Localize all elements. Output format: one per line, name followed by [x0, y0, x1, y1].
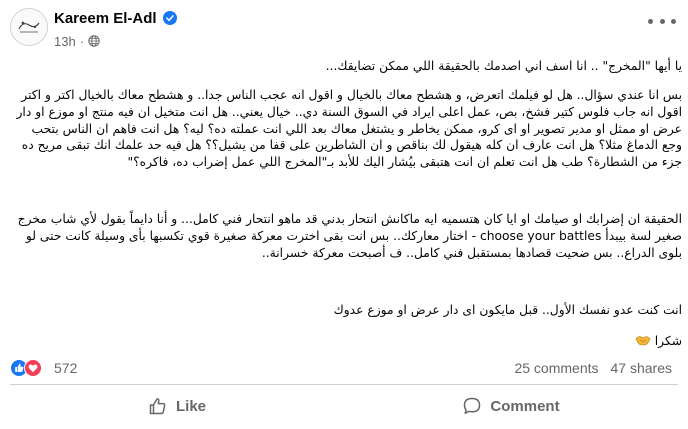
avatar[interactable] [10, 8, 48, 46]
more-options-icon[interactable] [648, 11, 676, 31]
shares-count[interactable]: 47 shares [611, 360, 672, 376]
divider [10, 384, 678, 385]
post-paragraph: انت كنت عدو نفسك الأول.. قبل مايكون اى د… [333, 303, 682, 317]
author-name[interactable]: Kareem El-Adl [54, 10, 157, 27]
meta-separator: · [79, 33, 85, 49]
reactions-row: 572 25 comments 47 shares [10, 357, 678, 379]
post-paragraph-thanks: شكرا [14, 333, 682, 350]
comment-bubble-icon [464, 397, 481, 414]
action-bar: Like Comment [10, 389, 678, 423]
post-paragraph: بس انا عندي سؤال.. هل لو فيلمك اتعرض، و … [16, 88, 682, 170]
comment-button-label: Comment [490, 397, 560, 415]
facebook-post: Kareem El-Adl 13h · يا أيها "المخرج" .. … [0, 0, 688, 429]
verified-badge-icon [162, 11, 177, 25]
thumbs-up-icon [149, 398, 166, 415]
thanks-text: شكرا [654, 334, 682, 348]
post-stats: 25 comments 47 shares [514, 360, 672, 376]
avatar-logo-icon [11, 9, 47, 45]
post-paragraph: الحقيقة ان إضرابك او صيامك او ايا كان هت… [17, 212, 682, 260]
like-button[interactable]: Like [10, 389, 344, 423]
post-timestamp[interactable]: 13h [54, 34, 76, 49]
reaction-icons[interactable] [10, 359, 50, 377]
post-paragraph: يا أيها "المخرج" .. انا اسف اني اصدمك با… [325, 59, 682, 73]
comment-button[interactable]: Comment [344, 389, 678, 423]
reaction-count[interactable]: 572 [54, 360, 77, 376]
post-meta: 13h · [54, 33, 100, 49]
love-reaction-icon [24, 359, 42, 377]
like-button-label: Like [175, 397, 206, 415]
handshake-emoji-icon [635, 336, 651, 346]
author-row: Kareem El-Adl [54, 8, 177, 28]
globe-icon [88, 35, 100, 47]
comments-count[interactable]: 25 comments [514, 360, 598, 376]
